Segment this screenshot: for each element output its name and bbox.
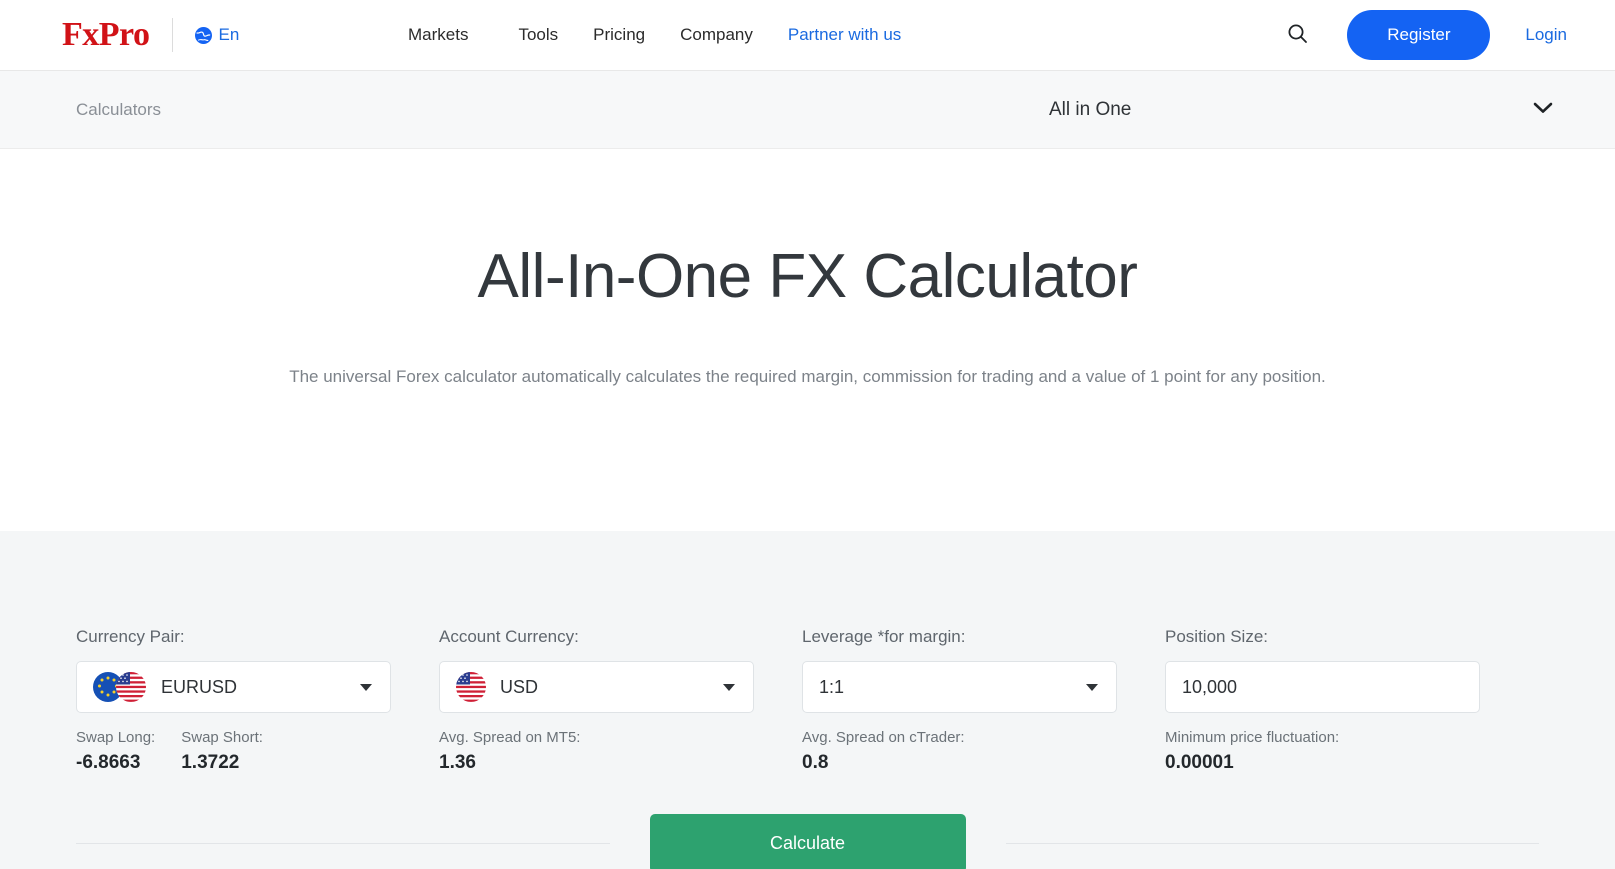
divider-left <box>76 843 610 844</box>
calculators-subheader: Calculators All in One <box>0 71 1615 149</box>
calculate-row: Calculate <box>76 814 1539 869</box>
swap-short: Swap Short: 1.3722 <box>181 729 263 774</box>
avg-spread-mt5-label: Avg. Spread on MT5: <box>439 729 581 746</box>
nav-item-markets[interactable]: Markets <box>408 25 518 45</box>
currency-pair-value: EURUSD <box>161 676 238 697</box>
logo-divider <box>171 18 173 52</box>
avg-spread-mt5-value: 1.36 <box>439 752 476 773</box>
currency-pair-select[interactable]: EURUSD <box>76 661 391 713</box>
language-selector[interactable]: En <box>194 25 240 45</box>
leverage-select[interactable]: 1:1 <box>802 661 1117 713</box>
calculate-button[interactable]: Calculate <box>649 814 966 869</box>
field-account-currency: Account Currency: USD Avg. Spread on MT5… <box>439 627 754 774</box>
dropdown-caret-icon <box>723 683 735 691</box>
avg-spread-mt5: Avg. Spread on MT5: 1.36 <box>439 729 580 774</box>
field-leverage: Leverage *for margin: 1:1 Avg. Spread on… <box>802 627 1117 774</box>
language-label: En <box>218 25 240 44</box>
register-button[interactable]: Register <box>1347 10 1491 60</box>
top-navigation-bar: FxPro En Markets Tools Pricing Company P… <box>0 0 1615 71</box>
globe-icon <box>194 26 212 44</box>
account-currency-select[interactable]: USD <box>439 661 754 713</box>
login-link[interactable]: Login <box>1525 25 1567 45</box>
position-size-label: Position Size: <box>1165 627 1268 646</box>
swap-short-value: 1.3722 <box>181 752 240 773</box>
position-size-input-wrapper[interactable]: 10,000 <box>1165 661 1480 713</box>
nav-item-company[interactable]: Company <box>680 25 788 45</box>
currency-pair-label: Currency Pair: <box>76 627 185 646</box>
nav-item-pricing[interactable]: Pricing <box>593 25 680 45</box>
swap-long-value: -6.8663 <box>76 752 141 773</box>
leverage-label: Leverage *for margin: <box>802 627 966 646</box>
avg-spread-ctrader: Avg. Spread on cTrader: 0.8 <box>802 729 965 774</box>
divider-right <box>1005 843 1539 844</box>
currency-pair-meta: Swap Long: -6.8663 Swap Short: 1.3722 <box>76 729 391 774</box>
search-button[interactable] <box>1277 15 1317 55</box>
breadcrumb[interactable]: Calculators <box>76 100 161 120</box>
account-currency-meta: Avg. Spread on MT5: 1.36 <box>439 729 754 774</box>
account-currency-value: USD <box>500 676 539 697</box>
swap-long-label: Swap Long: <box>76 729 156 746</box>
position-size-input[interactable]: 10,000 <box>1182 677 1465 698</box>
search-icon <box>1287 23 1308 47</box>
eurusd-flag-icon <box>93 672 147 702</box>
nav-item-tools[interactable]: Tools <box>518 25 593 45</box>
swap-long: Swap Long: -6.8663 <box>76 729 155 774</box>
header-actions: Register Login <box>1277 10 1567 60</box>
page-title: All-In-One FX Calculator <box>477 242 1138 311</box>
usd-flag-icon <box>456 672 486 702</box>
dropdown-caret-icon <box>1086 683 1098 691</box>
field-currency-pair: Currency Pair: EURUSD Swap Long: -6.8663… <box>76 627 391 774</box>
main-nav: Markets Tools Pricing Company Partner wi… <box>408 25 901 45</box>
avg-spread-ctrader-label: Avg. Spread on cTrader: <box>802 729 965 746</box>
field-position-size: Position Size: 10,000 Minimum price fluc… <box>1165 627 1480 774</box>
page-subtitle: The universal Forex calculator automatic… <box>289 367 1326 387</box>
fxpro-logo[interactable]: FxPro <box>62 18 150 52</box>
calculator-fields: Currency Pair: EURUSD Swap Long: -6.8663… <box>76 627 1539 774</box>
calculator-type-dropdown[interactable]: All in One <box>939 99 1559 121</box>
minimum-price-fluctuation: Minimum price fluctuation: 0.00001 <box>1165 729 1339 774</box>
position-size-meta: Minimum price fluctuation: 0.00001 <box>1165 729 1480 774</box>
swap-short-label: Swap Short: <box>181 729 263 746</box>
dropdown-caret-icon <box>360 683 372 691</box>
minimum-price-fluctuation-value: 0.00001 <box>1165 752 1234 773</box>
leverage-value: 1:1 <box>819 676 845 697</box>
nav-item-partner-with-us[interactable]: Partner with us <box>788 25 901 45</box>
avg-spread-ctrader-value: 0.8 <box>802 752 829 773</box>
leverage-meta: Avg. Spread on cTrader: 0.8 <box>802 729 1117 774</box>
minimum-price-fluctuation-label: Minimum price fluctuation: <box>1165 729 1340 746</box>
calculator-type-value: All in One <box>1049 98 1132 120</box>
calculator-panel: Currency Pair: EURUSD Swap Long: -6.8663… <box>0 531 1615 869</box>
account-currency-label: Account Currency: <box>439 627 579 646</box>
hero-section: All-In-One FX Calculator The universal F… <box>0 149 1615 531</box>
chevron-down-icon <box>1533 101 1559 119</box>
